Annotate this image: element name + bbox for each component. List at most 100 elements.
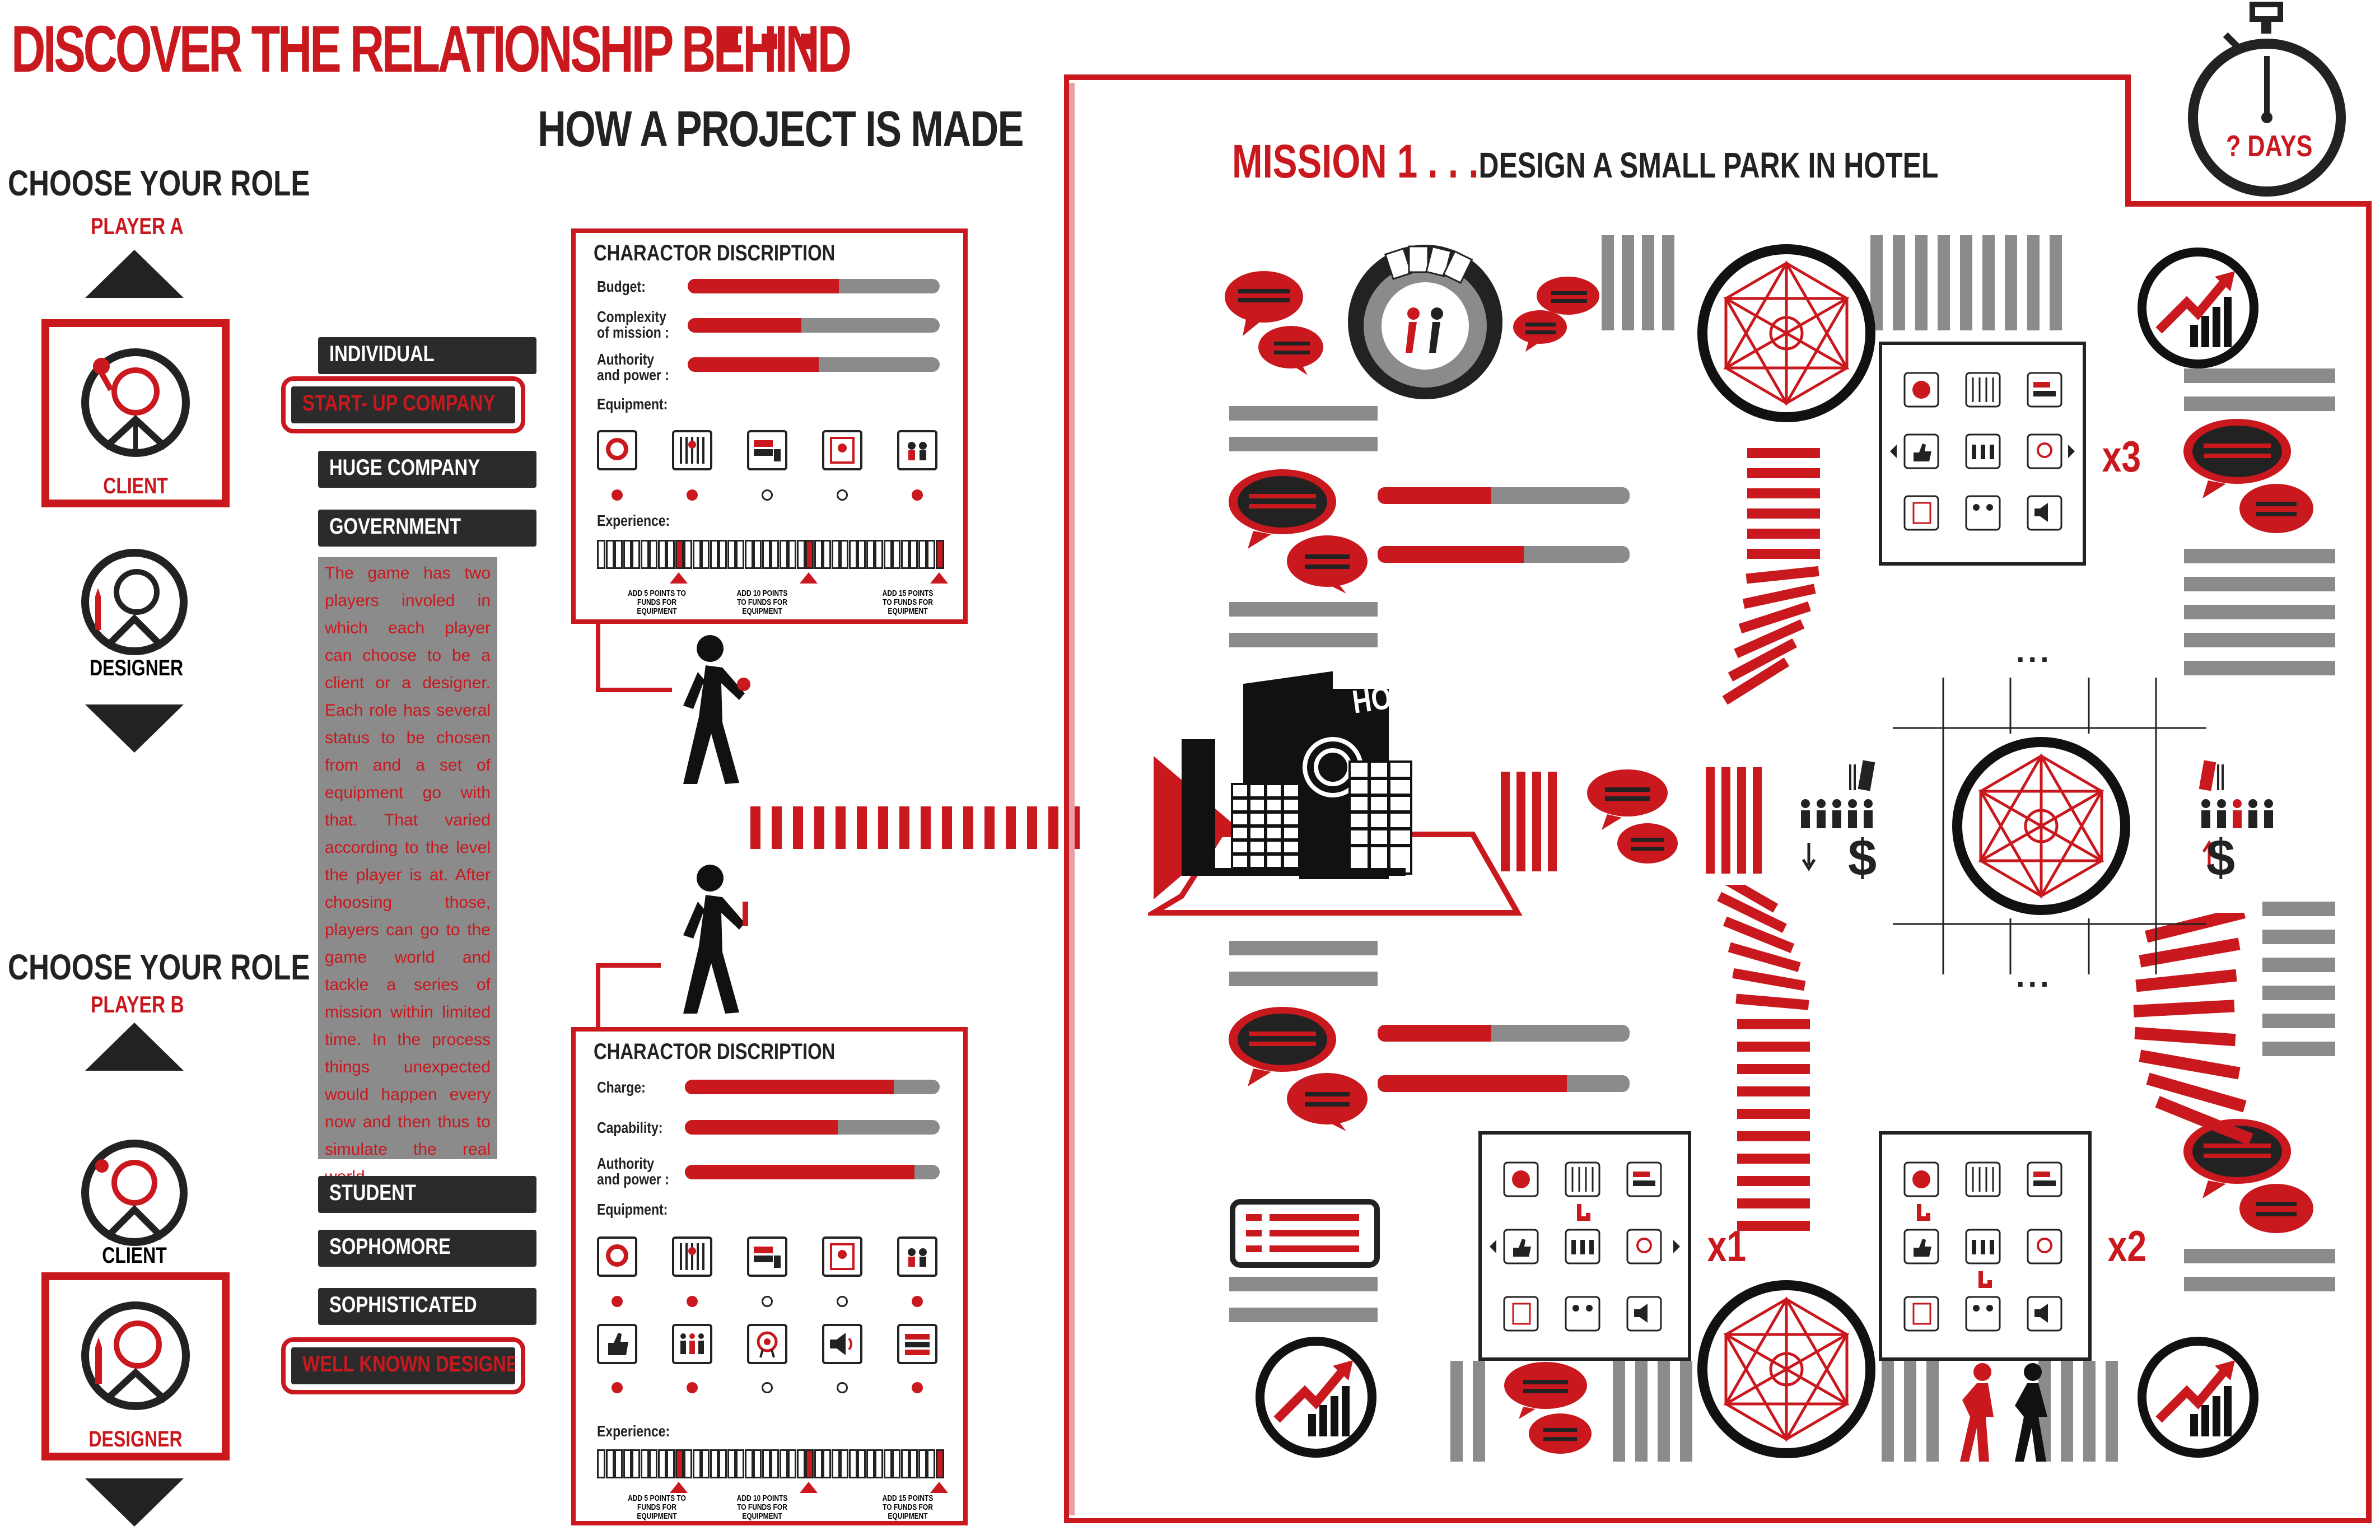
player-a-role-designer[interactable]: DESIGNER: [78, 546, 190, 680]
growth-chart-icon[interactable]: [1254, 1336, 1378, 1459]
middle-node-crosshair: [1893, 678, 2206, 974]
equipment-owned-indicator: [762, 1296, 773, 1307]
game-description: The game has two players involed in whic…: [318, 557, 497, 1186]
experience-cell: [701, 540, 710, 569]
panel-a-exp-note-10: ADD 10 POINTS TO FUNDS FOR EQUIPMENT: [736, 589, 788, 616]
status-start-up-company[interactable]: START- UP COMPANY: [281, 376, 525, 433]
experience-cell: [935, 540, 944, 569]
equipment-owned-indicator: [612, 489, 623, 501]
panel-b-title: CHARACTOR DISCRIPTION: [594, 1039, 836, 1064]
experience-cell: [597, 1449, 605, 1478]
experience-cell: [632, 540, 640, 569]
document-card-icon[interactable]: [1229, 1198, 1380, 1268]
panel-a-experience-track: [597, 540, 948, 584]
panel-b-attr-capability-label: Capability:: [597, 1119, 663, 1136]
panel-a-title: CHARACTOR DISCRIPTION: [594, 241, 836, 265]
experience-cell: [875, 1449, 883, 1478]
equipment-card-top-right[interactable]: [1879, 342, 2086, 566]
equipment-blueprint-icon[interactable]: [672, 1236, 712, 1277]
experience-cell: [771, 1449, 779, 1478]
experience-cell: [701, 1449, 710, 1478]
player-a-role-client[interactable]: CLIENT: [41, 319, 230, 507]
equipment-thumbs-up-icon[interactable]: [597, 1324, 637, 1364]
player-b-role-up-arrow[interactable]: [85, 1023, 184, 1071]
hexagram-node-bottom[interactable]: [1694, 1277, 1879, 1462]
experience-cell: [840, 1449, 848, 1478]
equipment-blueprint-icon[interactable]: [672, 430, 712, 470]
growth-chart-icon[interactable]: [2136, 246, 2260, 370]
more-above-ellipsis: ...: [2016, 633, 2052, 669]
experience-cell: [762, 1449, 771, 1478]
hexagram-node-top[interactable]: [1694, 241, 1879, 426]
panel-a-exp-note-15: ADD 15 POINTS TO FUNDS FOR EQUIPMENT: [882, 589, 934, 616]
equipment-profile-icon[interactable]: [822, 430, 862, 470]
equipment-portrait-icon[interactable]: [597, 430, 637, 470]
experience-cell: [814, 540, 823, 569]
experience-cell: [927, 1449, 935, 1478]
experience-cell: [753, 540, 762, 569]
player-b-heading: CHOOSE YOUR ROLE: [8, 947, 310, 987]
status-sophomore[interactable]: SOPHOMORE: [318, 1230, 536, 1267]
board-path-tiles: [1870, 235, 2062, 330]
board-stat-bar: [1378, 546, 1630, 563]
panel-b-attr-charge-label: Charge:: [597, 1079, 646, 1096]
status-huge-company[interactable]: HUGE COMPANY: [318, 451, 536, 488]
experience-cell: [640, 1449, 649, 1478]
status-sophisticated[interactable]: SOPHISTICATED: [318, 1288, 536, 1325]
player-a-role-down-arrow[interactable]: [85, 704, 184, 753]
status-individual[interactable]: INDIVIDUAL: [318, 337, 536, 374]
equipment-crowd-icon[interactable]: [672, 1324, 712, 1364]
equipment-team-icon[interactable]: [897, 1236, 937, 1277]
experience-cell: [649, 1449, 657, 1478]
multiplier-x1: x1: [1707, 1221, 1747, 1271]
equipment-owned-indicator: [912, 1296, 923, 1307]
experience-cell: [727, 540, 736, 569]
equipment-profile-icon[interactable]: [822, 1236, 862, 1277]
player-b-role-designer[interactable]: DESIGNER: [41, 1272, 230, 1460]
panel-a-attr-budget-label: Budget:: [597, 278, 646, 295]
experience-cell: [666, 1449, 675, 1478]
panel-b-experience-track: [597, 1449, 948, 1493]
player-b-role-client[interactable]: CLIENT: [78, 1137, 190, 1271]
title-dots: [722, 34, 840, 52]
board-grey-tile: [1229, 633, 1378, 647]
experience-cell: [892, 1449, 900, 1478]
equipment-stack-icon[interactable]: [897, 1324, 937, 1364]
equipment-card-bottom-right[interactable]: [1879, 1131, 2092, 1361]
experience-cell: [657, 540, 666, 569]
player-b-role-down-arrow[interactable]: [85, 1478, 184, 1527]
speech-bubble-icon: [1226, 465, 1372, 596]
status-student[interactable]: STUDENT: [318, 1176, 536, 1213]
growth-chart-icon[interactable]: [2136, 1336, 2260, 1459]
equipment-award-icon[interactable]: [747, 1324, 787, 1364]
player-b-designer-label: DESIGNER: [88, 1427, 183, 1452]
equipment-owned-indicator: [837, 1296, 848, 1307]
experience-cell: [692, 1449, 701, 1478]
experience-cell: [779, 1449, 788, 1478]
board-grey-tile: [1229, 972, 1378, 986]
equipment-megaphone-icon[interactable]: [822, 1324, 862, 1364]
experience-cell: [900, 1449, 909, 1478]
speech-bubble-icon: [1512, 274, 1602, 356]
status-well-known-designer[interactable]: WELL KNOWN DESIGNER: [281, 1337, 525, 1394]
experience-cell: [657, 1449, 666, 1478]
experience-cell: [605, 1449, 614, 1478]
experience-milestone-marker: [930, 572, 948, 584]
equipment-portrait-icon[interactable]: [597, 1236, 637, 1277]
experience-cell: [883, 540, 892, 569]
character-panel-a: CHARACTOR DISCRIPTION Budget: Complexity…: [571, 228, 968, 624]
walking-designer-icon: [683, 865, 748, 1014]
player-a-role-up-arrow[interactable]: [85, 250, 184, 298]
equipment-card-bottom-left[interactable]: [1478, 1131, 1691, 1361]
client-avatar-icon: [81, 1140, 188, 1246]
designer-avatar-icon: [81, 1301, 190, 1410]
equipment-books-icon[interactable]: [747, 430, 787, 470]
client-avatar-icon: [81, 348, 190, 457]
status-government[interactable]: GOVERNMENT: [318, 510, 536, 547]
experience-cell: [597, 540, 605, 569]
mission-number: MISSION 1 . . .: [1232, 135, 1479, 188]
equipment-books-icon[interactable]: [747, 1236, 787, 1277]
equipment-team-icon[interactable]: [897, 430, 937, 470]
board-grey-tile: [1229, 406, 1378, 421]
currency-icon: $: [2206, 829, 2236, 886]
